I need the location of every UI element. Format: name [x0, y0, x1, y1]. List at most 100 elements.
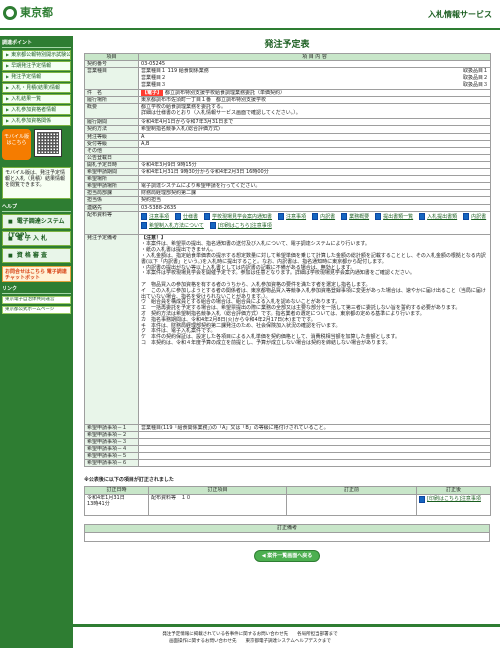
mobile-version-link[interactable]: モバイル版はこちら — [2, 129, 31, 160]
document-link-notice[interactable]: 注意事項 — [141, 213, 169, 221]
documents-label: 配布資料等 — [84, 210, 139, 235]
electronic-bid-button[interactable]: 電 子 入 札 — [2, 231, 71, 246]
before-correction-value — [286, 494, 417, 517]
contract-number-value: 03-05245 — [138, 60, 491, 69]
document-link-business-overview[interactable]: 業務概要 — [341, 213, 369, 221]
footer-inquiry-line: 発注予定情報に掲載されている各事件に関するお問い合わせ先 各局所担当部署まで — [162, 632, 338, 637]
sidebar-item-order-plan[interactable]: 発注予定情報 — [2, 72, 71, 82]
acceptance-grade-label: 受付等級 — [84, 139, 139, 148]
contract-method-label: 契約方法 — [84, 125, 139, 134]
document-link-school-tour[interactable]: 学校現場見学会案内通知書 — [204, 213, 272, 221]
opening-date-label: 開札予定日時 — [84, 160, 139, 170]
bid-info-service-link[interactable]: 入札情報サービス — [428, 10, 492, 20]
business-category-3: 営業種目３ — [141, 82, 167, 89]
sidebar-item-bid-qualification[interactable]: 入札参加資格関係 — [2, 116, 71, 126]
sidebar-item-tokyo-public-notice[interactable]: 東京都公報特別開示試験公告 — [2, 50, 71, 60]
performance-period-label: 履行期間 — [84, 118, 139, 127]
remarks-text: ・本案件は、希望票の提出、指名通知書の送付及び入札について、電子調達システムによ… — [141, 241, 486, 346]
remarks-label: 発注予定備考 — [84, 233, 139, 425]
document-label: 業務概要 — [349, 213, 370, 220]
order-grade-label: 発注等級 — [84, 132, 139, 141]
document-link-breakdown[interactable]: 内訳書 — [312, 213, 335, 221]
contact-phone-value: 03-5388-2635 — [138, 203, 491, 212]
other-value — [138, 146, 491, 155]
order-grade-value: A — [138, 132, 491, 141]
return-to-list-button[interactable]: ◀ 案件一覧画面へ戻る — [254, 550, 320, 563]
document-link-bidding-method[interactable]: 希望制入札方法について — [141, 222, 204, 230]
footer-helpdesk-line: 画面操作に関するお問い合わせ先 東京都電子調達システムヘルプデスクまで — [169, 638, 331, 644]
correction-table: 訂正日時 訂正項目 訂正前 訂正後 令和4年1月31日 13時41分 配布資料等… — [84, 486, 491, 517]
sidebar-item-bid-result-list[interactable]: 入札結果一覧 — [2, 94, 71, 104]
document-label: 注意事項 — [286, 213, 307, 220]
hope-item-1-label: 希望申請事項－１ — [84, 423, 139, 432]
tokyo-logo[interactable]: 東京都 — [3, 5, 63, 21]
application-period-label: 希望申請期間 — [84, 168, 139, 177]
pdf-icon — [463, 213, 470, 221]
joint-e-government-link[interactable]: 東京電子自治体共同運営 — [2, 296, 71, 304]
page-header: 東京都 入札情報サービス — [0, 0, 500, 30]
logo-text: 東京都 — [20, 6, 53, 20]
chatbot-contact-button[interactable]: お問合せはこちら 電子調達チャットボット — [2, 266, 71, 282]
correction-remarks-value — [84, 532, 490, 543]
mobile-note: モバイル版は、発注予定情報と入札（見積）結果情報を閲覧できます。 — [2, 167, 71, 199]
document-link-notice-2[interactable]: 注意事項 — [278, 213, 306, 221]
electronic-procurement-top-button[interactable]: 電子調達システム(TOP) — [2, 214, 71, 239]
mobile-version-panel: モバイル版はこちら — [2, 129, 71, 164]
page-footer: 発注予定情報に掲載されている各事件に関するお問い合わせ先 各局所担当部署まで 画… — [0, 624, 500, 648]
hope-item-2-label: 希望申請事項－２ — [84, 430, 139, 439]
contact-staff-value: 契約担当 — [138, 196, 491, 205]
pdf-icon — [419, 495, 425, 503]
corrected-document-link[interactable]: [印刷はこちら]注意事項 — [419, 495, 488, 504]
subject-label: 件 名 — [84, 89, 139, 98]
help-section-title: ヘルプ — [2, 203, 71, 212]
document-label: 内訳書 — [320, 213, 336, 220]
document-link-submission-list[interactable]: 提出書類一覧 — [375, 213, 413, 221]
document-link-specification[interactable]: 仕様書 — [175, 213, 198, 221]
other-label: その他 — [84, 146, 139, 155]
contact-phone-label: 連絡先 — [84, 203, 139, 212]
pdf-icon — [278, 213, 285, 221]
hope-item-5-value — [138, 451, 491, 461]
pdf-icon — [175, 213, 182, 221]
corrected-document-label: [印刷はこちら]注意事項 — [427, 496, 481, 503]
hope-item-4-value — [138, 444, 491, 453]
document-label: 学校現場見学会案内通知書 — [212, 213, 273, 220]
procurement-menu-title: 調達ポイント — [2, 39, 71, 48]
hope-item-6-label: 希望申請事項－６ — [84, 459, 139, 468]
qr-code-icon — [34, 129, 62, 157]
sidebar-item-bid-results[interactable]: 入札・見積(結果)情報 — [2, 83, 71, 93]
department-label: 担当局部課 — [84, 189, 139, 198]
pdf-icon — [204, 213, 211, 221]
after-correction-header: 訂正後 — [416, 486, 491, 496]
before-correction-header: 訂正前 — [286, 486, 417, 496]
correction-remarks-table: 訂正備考 — [84, 524, 490, 543]
tokyo-logo-icon — [3, 6, 17, 20]
hope-item-3-value — [138, 437, 491, 446]
contact-staff-label: 担当係 — [84, 196, 139, 205]
overview-label: 概要 — [84, 103, 139, 120]
performance-place-label: 履行場所 — [84, 96, 139, 105]
document-link-breakdown-2[interactable]: 内訳書 — [463, 213, 486, 221]
business-category-value: 営業種目１ 119 給食関係業務 取扱品目１ 営業種目２ 取扱品目２ 営業種目３ 取扱… — [138, 67, 491, 91]
sidebar-item-early-order-plan[interactable]: 早期発注予定情報 — [2, 61, 71, 71]
acceptance-grade-value: A,B — [138, 139, 491, 148]
qualification-review-button[interactable]: 資 格 審 査 — [2, 248, 71, 263]
business-category-label: 営業種目 — [84, 67, 139, 91]
performance-period-value: 令和4年4月1日から令和7年3月31日まで — [138, 118, 491, 127]
subject-value: 【電子】 都立調布特別支援学校給食調理業務委託（単価契約） — [138, 89, 491, 98]
document-link-bid-documents[interactable]: 入札提出書類 — [419, 213, 457, 221]
correction-date-header: 訂正日時 — [84, 486, 149, 496]
page-title: 発注予定表 — [264, 40, 310, 50]
opening-date-value: 令和4年3月9日 9時15分 — [138, 160, 491, 170]
sidebar-item-qualified-bidders[interactable]: 入札参加資格者情報 — [2, 105, 71, 115]
application-place-label: 希望申請場所 — [84, 182, 139, 191]
document-link-printable-notice[interactable]: [印刷はこちら]注意事項 — [209, 222, 272, 230]
electronic-badge: 【電子】 — [141, 90, 164, 97]
tokyo-official-home-link[interactable]: 東京都公式ホームページ — [2, 306, 71, 314]
hope-item-3-label: 希望申請事項－３ — [84, 437, 139, 446]
after-correction-value: [印刷はこちら]注意事項 — [416, 494, 491, 517]
document-label: 内訳書 — [471, 213, 487, 220]
pdf-icon — [341, 213, 348, 221]
order-plan-table: 項目項 目 内 容 契約番号 03-05245 営業種目 営業種目１ 119 給食… — [84, 52, 491, 468]
document-label: 入札提出書類 — [427, 213, 458, 220]
